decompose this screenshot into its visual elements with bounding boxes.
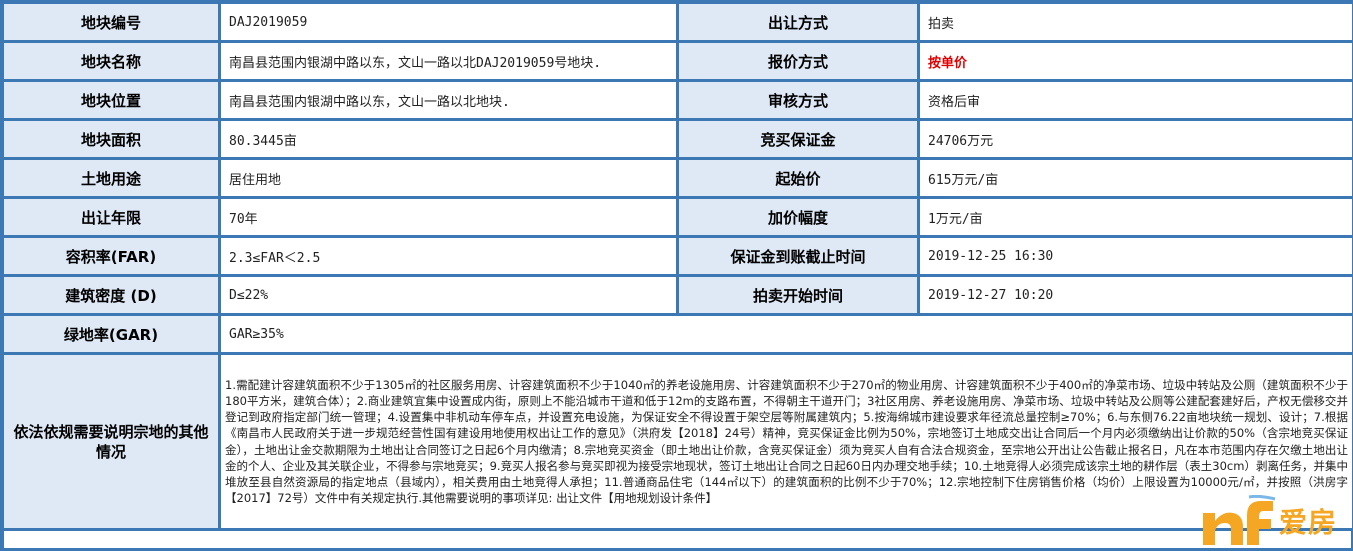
value-deposit: 24706万元 xyxy=(920,121,1352,157)
value-quote-method: 按单价 xyxy=(920,43,1352,79)
value-auction-start: 2019-12-27 10:20 xyxy=(920,277,1352,313)
label-quote-method: 报价方式 xyxy=(679,43,917,79)
value-density: D≤22% xyxy=(221,277,676,313)
label-starting-price: 起始价 xyxy=(679,160,917,196)
value-gar: GAR≥35% xyxy=(221,316,1352,352)
label-parcel-area: 地块面积 xyxy=(4,121,218,157)
table-row: 地块编号 DAJ2019059 出让方式 拍卖 xyxy=(4,4,1352,40)
table-row: 地块面积 80.3445亩 竞买保证金 24706万元 xyxy=(4,121,1352,157)
label-term: 出让年限 xyxy=(4,199,218,235)
table-row: 土地用途 居住用地 起始价 615万元/亩 xyxy=(4,160,1352,196)
land-info-panel: 地块编号 DAJ2019059 出让方式 拍卖 地块名称 南昌县范围内银湖中路以… xyxy=(0,0,1353,551)
label-transfer-method: 出让方式 xyxy=(679,4,917,40)
label-parcel-name: 地块名称 xyxy=(4,43,218,79)
table-row: 绿地率(GAR) GAR≥35% xyxy=(4,316,1352,352)
value-parcel-code: DAJ2019059 xyxy=(221,4,676,40)
label-parcel-code: 地块编号 xyxy=(4,4,218,40)
label-land-use: 土地用途 xyxy=(4,160,218,196)
table-row: 依法依规需要说明宗地的其他情况 1.需配建计容建筑面积不少于1305㎡的社区服务… xyxy=(4,355,1352,528)
table-row: 地块位置 南昌县范围内银湖中路以东，文山一路以北地块. 审核方式 资格后审 xyxy=(4,82,1352,118)
land-info-table: 地块编号 DAJ2019059 出让方式 拍卖 地块名称 南昌县范围内银湖中路以… xyxy=(1,1,1353,531)
table-row: 地块名称 南昌县范围内银湖中路以东，文山一路以北DAJ2019059号地块. 报… xyxy=(4,43,1352,79)
watermark-text: 爱房 xyxy=(1279,506,1338,539)
label-density: 建筑密度 (D) xyxy=(4,277,218,313)
watermark-logo: 爱房 xyxy=(1199,489,1351,549)
bottom-bar xyxy=(4,530,1351,548)
value-far: 2.3≤FAR＜2.5 xyxy=(221,238,676,274)
label-far: 容积率(FAR) xyxy=(4,238,218,274)
label-deposit-deadline: 保证金到账截止时间 xyxy=(679,238,917,274)
value-term: 70年 xyxy=(221,199,676,235)
label-increment: 加价幅度 xyxy=(679,199,917,235)
value-deposit-deadline: 2019-12-25 16:30 xyxy=(920,238,1352,274)
value-other-notes: 1.需配建计容建筑面积不少于1305㎡的社区服务用房、计容建筑面积不少于1040… xyxy=(221,355,1352,528)
label-gar: 绿地率(GAR) xyxy=(4,316,218,352)
table-row: 出让年限 70年 加价幅度 1万元/亩 xyxy=(4,199,1352,235)
value-starting-price: 615万元/亩 xyxy=(920,160,1352,196)
table-row: 建筑密度 (D) D≤22% 拍卖开始时间 2019-12-27 10:20 xyxy=(4,277,1352,313)
label-auction-start: 拍卖开始时间 xyxy=(679,277,917,313)
label-review-method: 审核方式 xyxy=(679,82,917,118)
value-parcel-area: 80.3445亩 xyxy=(221,121,676,157)
label-other-notes: 依法依规需要说明宗地的其他情况 xyxy=(4,355,218,528)
value-review-method: 资格后审 xyxy=(920,82,1352,118)
label-deposit: 竞买保证金 xyxy=(679,121,917,157)
label-parcel-location: 地块位置 xyxy=(4,82,218,118)
table-row: 容积率(FAR) 2.3≤FAR＜2.5 保证金到账截止时间 2019-12-2… xyxy=(4,238,1352,274)
value-parcel-name: 南昌县范围内银湖中路以东，文山一路以北DAJ2019059号地块. xyxy=(221,43,676,79)
house-logo-icon xyxy=(1203,495,1276,545)
value-parcel-location: 南昌县范围内银湖中路以东，文山一路以北地块. xyxy=(221,82,676,118)
value-transfer-method: 拍卖 xyxy=(920,4,1352,40)
value-land-use: 居住用地 xyxy=(221,160,676,196)
value-increment: 1万元/亩 xyxy=(920,199,1352,235)
